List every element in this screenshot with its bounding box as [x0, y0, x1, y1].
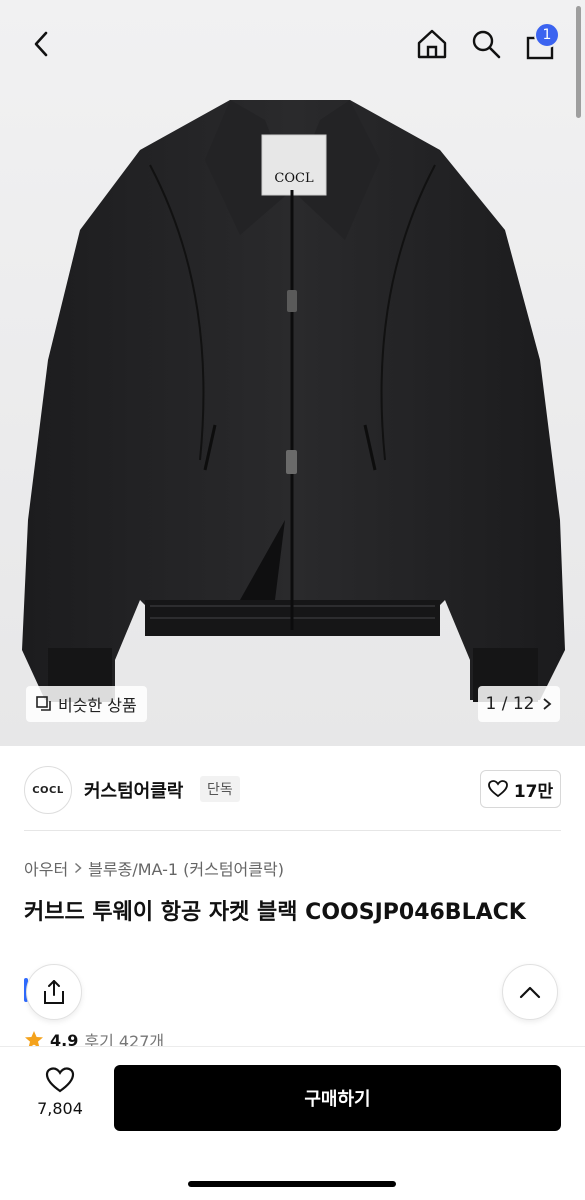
share-icon	[44, 980, 64, 1004]
image-counter-text: 1 / 12	[485, 694, 535, 714]
brand-logo[interactable]: COCL	[24, 766, 72, 814]
garment-label-text: COCL	[274, 171, 314, 186]
wishlist-count: 7,804	[37, 1099, 83, 1118]
breadcrumb[interactable]: 아우터 블루종/MA-1 (커스텀어클락)	[24, 856, 284, 880]
chevron-right-icon	[543, 698, 552, 710]
home-indicator[interactable]	[188, 1181, 396, 1187]
bottom-action-bar: 7,804 구매하기	[0, 1046, 585, 1200]
similar-products-button[interactable]: 비슷한 상품	[26, 686, 147, 722]
scrollbar[interactable]	[576, 6, 581, 118]
breadcrumb-category[interactable]: 아우터	[24, 856, 68, 880]
divider	[24, 830, 561, 831]
heart-icon	[487, 780, 508, 798]
product-image[interactable]: COCL	[0, 0, 585, 746]
brand-name[interactable]: 커스텀어클락	[84, 777, 183, 803]
product-title: 커브드 투웨이 항공 자켓 블랙 COOSJP046BLACK	[24, 900, 526, 925]
home-button[interactable]	[410, 22, 454, 66]
similar-icon	[36, 696, 51, 711]
exclusive-badge: 단독	[200, 776, 240, 802]
back-button[interactable]	[22, 24, 62, 64]
breadcrumb-subcategory[interactable]: 블루종/MA-1 (커스텀어클락)	[88, 856, 284, 880]
cart-count-badge: 1	[534, 22, 560, 48]
share-button[interactable]	[26, 964, 82, 1020]
brand-like-button[interactable]: 17만	[480, 770, 561, 808]
chevron-up-icon	[519, 986, 541, 999]
buy-button[interactable]: 구매하기	[114, 1065, 561, 1131]
home-icon	[417, 29, 447, 59]
chevron-right-icon	[75, 862, 82, 874]
scroll-top-button[interactable]	[502, 964, 558, 1020]
chevron-left-icon	[34, 31, 48, 57]
similar-label: 비슷한 상품	[58, 696, 137, 715]
image-counter[interactable]: 1 / 12	[478, 686, 560, 722]
search-button[interactable]	[464, 22, 508, 66]
wishlist-button[interactable]: 7,804	[26, 1067, 94, 1131]
brand-row[interactable]: COCL 커스텀어클락 단독 17만	[0, 766, 585, 828]
brand-like-count: 17만	[513, 781, 554, 802]
heart-icon	[45, 1067, 75, 1093]
search-icon	[472, 30, 501, 59]
product-image-gallery[interactable]: COCL 1 비슷한 상품 1 / 12	[0, 0, 585, 746]
